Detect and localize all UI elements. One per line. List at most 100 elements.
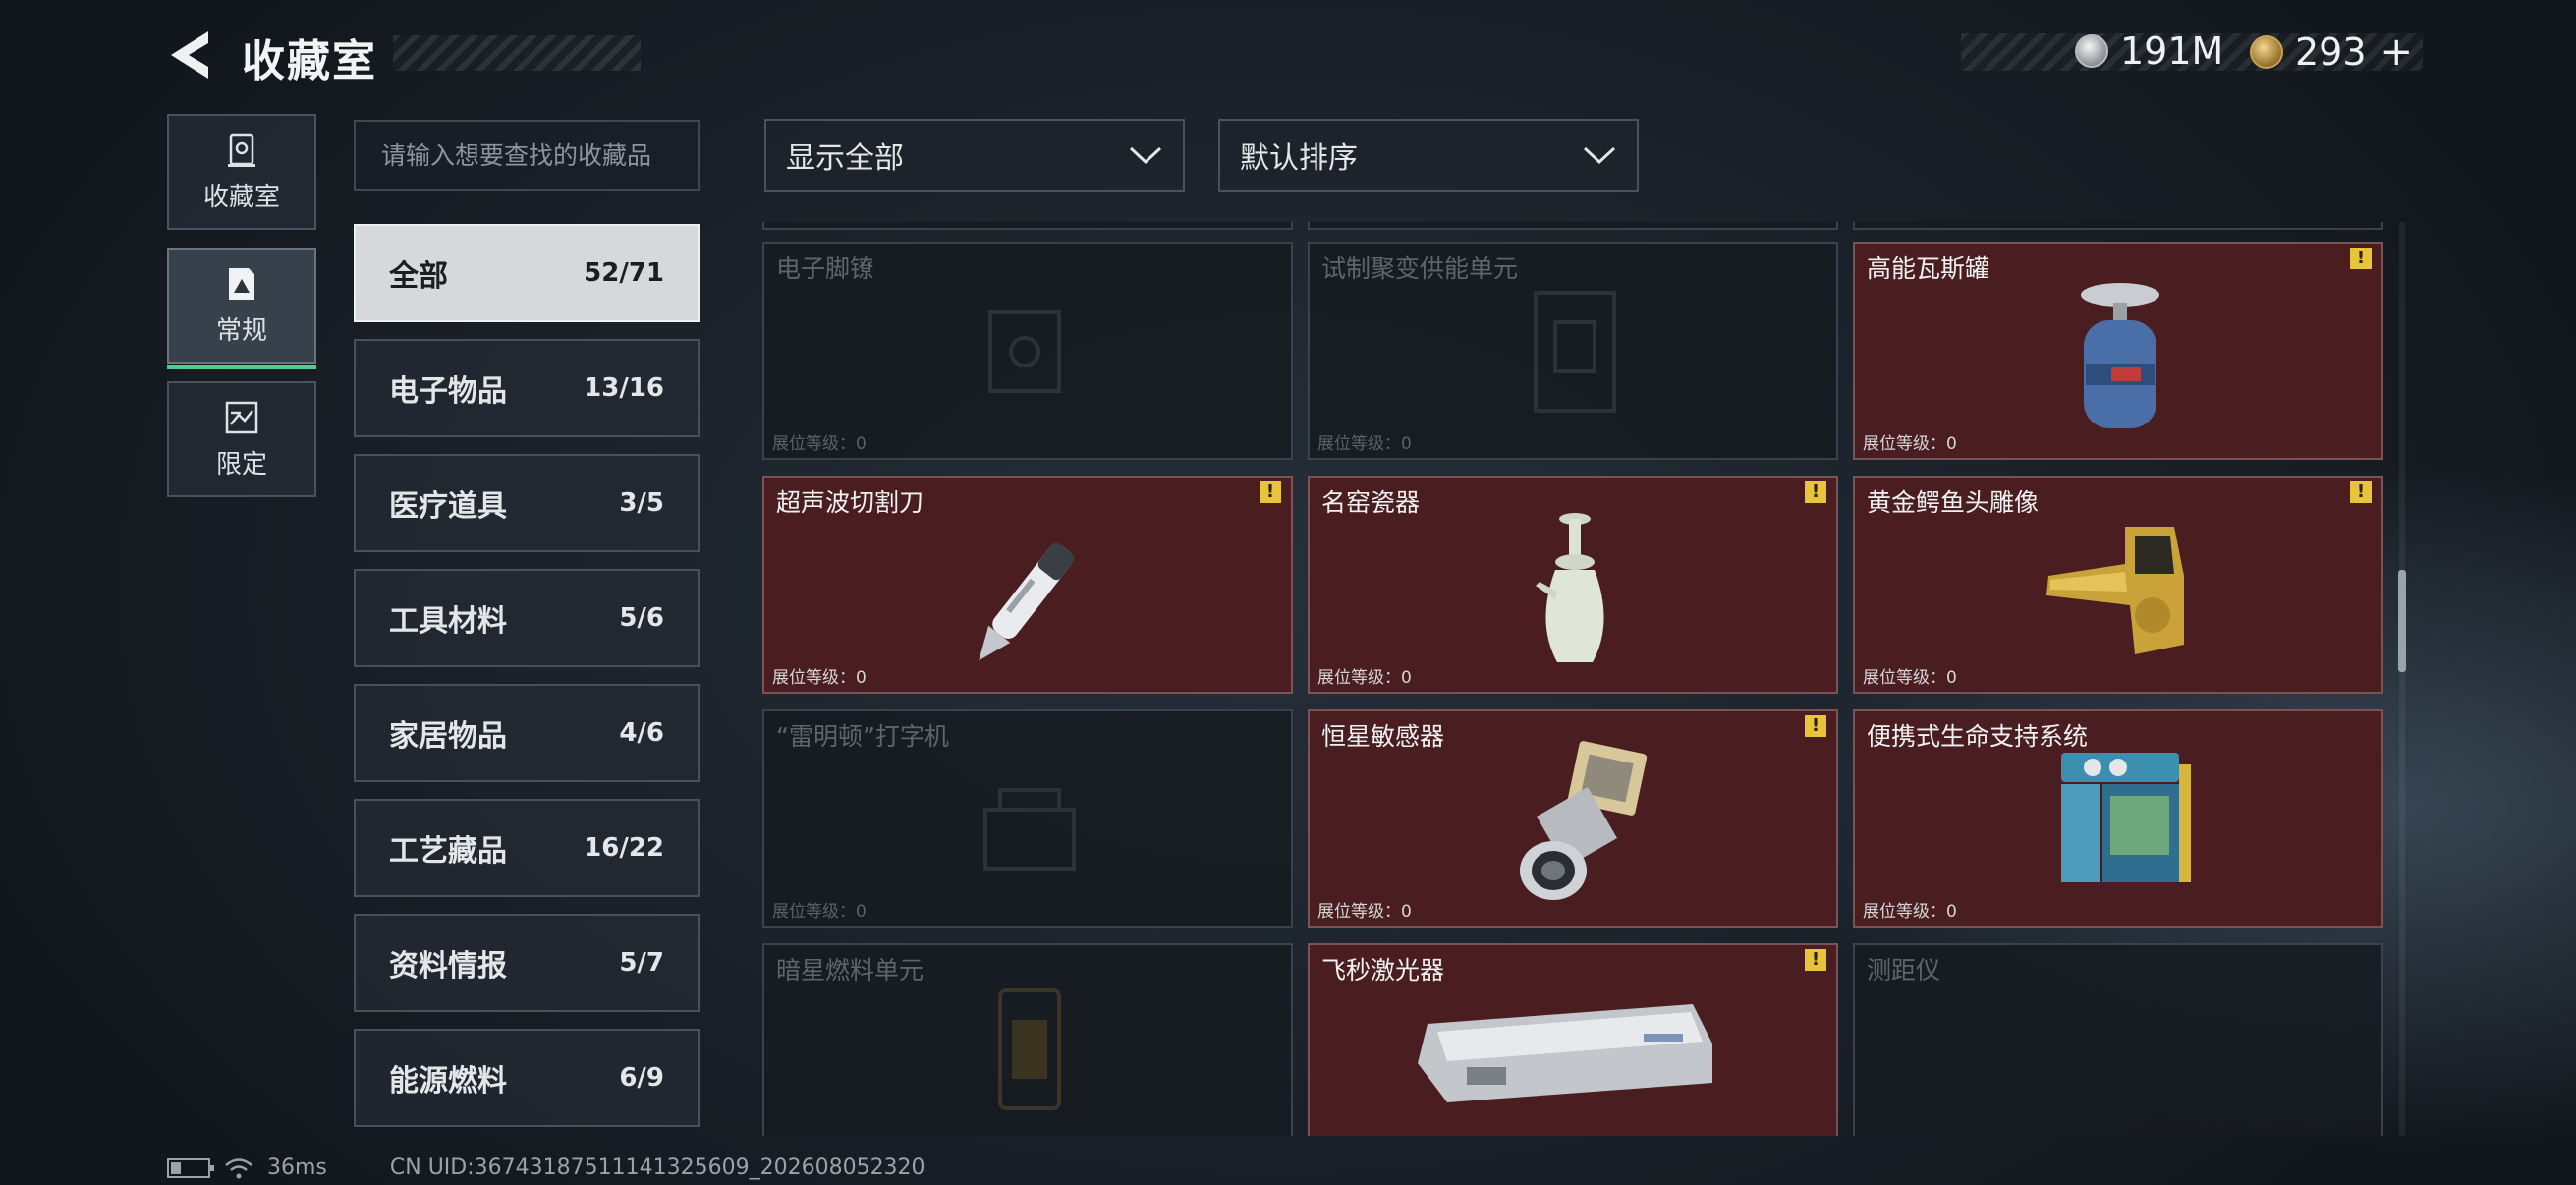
golden-crocodile-statue-icon: [2046, 527, 2184, 654]
item-name: 超声波切割刀: [776, 488, 924, 517]
category-label: 能源燃料: [389, 1064, 507, 1099]
item-card-typewriter[interactable]: “雷明顿”打字机 展位等级：0: [762, 709, 1293, 928]
item-level: 展位等级：0: [1863, 434, 1957, 454]
wifi-icon: [225, 1157, 252, 1178]
item-name: 高能瓦斯罐: [1867, 254, 1990, 283]
category-all[interactable]: 全部 52/71: [354, 224, 700, 322]
item-name: 暗星燃料单元: [776, 956, 924, 985]
add-currency-icon[interactable]: +: [2380, 29, 2414, 75]
sort-dropdown[interactable]: 默认排序: [1218, 119, 1639, 192]
display-filter-dropdown[interactable]: 显示全部: [764, 119, 1185, 192]
warning-icon: !: [1260, 481, 1281, 503]
item-card-ultrasonic-cutter[interactable]: 超声波切割刀 ! 展位等级：0: [762, 476, 1293, 694]
item-card-star-sensor[interactable]: 恒星敏感器 ! 展位等级：0: [1308, 709, 1838, 928]
category-crafts[interactable]: 工艺藏品 16/22: [354, 799, 700, 897]
side-tab-label: 限定: [215, 449, 267, 480]
category-label: 电子物品: [389, 374, 507, 409]
item-name: 黄金鳄鱼头雕像: [1867, 488, 2040, 517]
category-count: 5/7: [619, 948, 664, 978]
item-level: 展位等级：0: [1317, 434, 1412, 454]
limited-card-icon: [225, 401, 258, 433]
category-count: 5/6: [619, 603, 664, 633]
currency-gold[interactable]: 293 +: [2250, 29, 2413, 75]
item-card-life-support[interactable]: 便携式生命支持系统 展位等级：0: [1853, 709, 2383, 928]
item-card-dark-star-fuel[interactable]: 暗星燃料单元: [762, 943, 1293, 1136]
silver-coin-icon: [2075, 34, 2108, 68]
page-title: 收藏室: [242, 36, 377, 86]
ultrasonic-cutter-icon: [979, 542, 1075, 661]
item-level: 展位等级：0: [1317, 668, 1412, 688]
ping-value: 36ms: [267, 1156, 327, 1180]
item-level: 展位等级：0: [1863, 668, 1957, 688]
femtosecond-laser-icon: [1418, 1004, 1712, 1102]
back-button[interactable]: [165, 28, 214, 83]
category-count: 6/9: [619, 1063, 664, 1093]
item-name: 试制聚变供能单元: [1321, 254, 1519, 283]
side-tab-label: 收藏室: [202, 182, 280, 212]
warning-icon: !: [2350, 248, 2372, 269]
item-name: “雷明顿”打字机: [776, 722, 949, 751]
display-filter-value: 显示全部: [786, 141, 904, 176]
item-card-femtosecond-laser[interactable]: 飞秒激光器 !: [1308, 943, 1838, 1136]
fusion-cell-icon: [1534, 291, 1616, 413]
item-level: 展位等级：0: [772, 668, 867, 688]
item-card-gas-canister[interactable]: 高能瓦斯罐 ! 展位等级：0: [1853, 242, 2383, 460]
category-label: 家居物品: [389, 719, 507, 754]
partial-card: [1308, 222, 1838, 230]
item-card-fusion-cell[interactable]: 试制聚变供能单元 展位等级：0: [1308, 242, 1838, 460]
side-tab-collection-room[interactable]: 收藏室: [167, 114, 316, 230]
category-medical[interactable]: 医疗道具 3/5: [354, 454, 700, 552]
item-level: 展位等级：0: [1317, 902, 1412, 922]
item-name: 飞秒激光器: [1321, 956, 1445, 985]
scrollbar-thumb[interactable]: [2398, 570, 2406, 672]
warning-icon: !: [1805, 481, 1826, 503]
category-count: 4/6: [619, 718, 664, 748]
trophy-case-icon: [228, 133, 255, 167]
item-name: 测距仪: [1867, 956, 1941, 985]
user-uid: CN UID:3674318751114132560​9_20260805232…: [389, 1156, 925, 1180]
side-tab-limited[interactable]: 限定: [167, 381, 316, 497]
category-label: 全部: [389, 259, 448, 294]
category-count: 16/22: [584, 833, 664, 863]
back-arrow-icon[interactable]: [165, 28, 214, 83]
chevron-down-icon: [1583, 146, 1616, 165]
grid-scrollbar[interactable]: [2399, 222, 2405, 1136]
life-support-system-icon: [2061, 753, 2191, 882]
sort-value: 默认排序: [1240, 141, 1358, 176]
category-count: 3/5: [619, 488, 664, 518]
item-card-ankle-monitor[interactable]: 电子脚镣 展位等级：0: [762, 242, 1293, 460]
item-level: 展位等级：0: [772, 434, 867, 454]
title-decoration: [393, 35, 641, 71]
category-intel[interactable]: 资料情报 5/7: [354, 914, 700, 1012]
category-tools[interactable]: 工具材料 5/6: [354, 569, 700, 667]
status-footer: 36ms CN UID:3674318751114132560​9_202608…: [167, 1156, 925, 1180]
warning-icon: !: [2350, 481, 2372, 503]
item-card-rangefinder[interactable]: 测距仪: [1853, 943, 2383, 1136]
fuel-cell-icon: [998, 988, 1061, 1110]
star-sensor-icon: [1520, 741, 1648, 900]
gold-coin-icon: [2250, 35, 2283, 69]
category-label: 资料情报: [389, 949, 507, 984]
header: 收藏室 191M 293 +: [0, 0, 2576, 108]
partial-card: [762, 222, 1293, 230]
item-card-porcelain[interactable]: 名窑瓷器 ! 展位等级：0: [1308, 476, 1838, 694]
category-household[interactable]: 家居物品 4/6: [354, 684, 700, 782]
side-tab-regular[interactable]: 常规: [167, 248, 316, 369]
category-electronics[interactable]: 电子物品 13/16: [354, 339, 700, 437]
item-name: 电子脚镣: [776, 254, 875, 283]
side-tab-label: 常规: [215, 315, 267, 346]
currency-gold-value: 293: [2295, 30, 2367, 74]
item-card-golden-crocodile[interactable]: 黄金鳄鱼头雕像 ! 展位等级：0: [1853, 476, 2383, 694]
gas-canister-icon: [2081, 283, 2159, 428]
currency-silver: 191M: [2075, 29, 2223, 73]
partial-card: [1853, 222, 2383, 230]
porcelain-vase-icon: [1536, 513, 1604, 662]
category-count: 52/71: [584, 258, 664, 288]
category-fuel[interactable]: 能源燃料 6/9: [354, 1029, 700, 1127]
category-label: 工具材料: [389, 604, 507, 639]
search-input[interactable]: [354, 120, 700, 191]
item-name: 名窑瓷器: [1321, 488, 1421, 517]
item-level: 展位等级：0: [772, 902, 867, 922]
collection-grid[interactable]: 电子脚镣 展位等级：0 试制聚变供能单元 展位等级：0 高能瓦斯罐 ! 展位等级…: [762, 222, 2383, 1136]
document-triangle-icon: [229, 267, 254, 300]
